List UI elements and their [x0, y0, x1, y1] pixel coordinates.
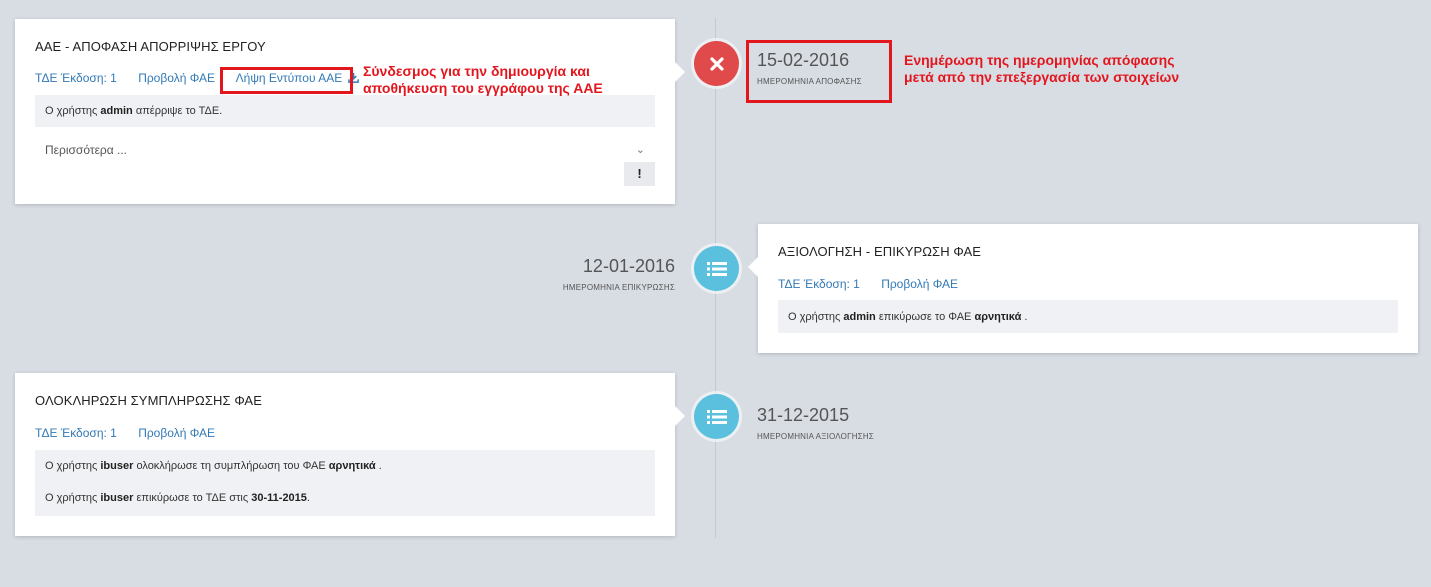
- date-block-evaluation: 31-12-2015 ΗΜΕΡΟΜΗΝΙΑ ΑΞΙΟΛΟΓΗΣΗΣ: [757, 405, 874, 441]
- annotation-date-note: Ενημέρωση της ημερομηνίας απόφασης μετά …: [904, 52, 1180, 85]
- list-icon: [706, 261, 727, 276]
- highlight-download-link: [220, 67, 353, 94]
- card-title: ΑΑΕ - ΑΠΟΦΑΣΗ ΑΠΟΡΡΙΨΗΣ ΕΡΓΟΥ: [35, 39, 266, 54]
- highlight-decision-date: [746, 40, 892, 103]
- timeline-card-rejection: ΑΑΕ - ΑΠΟΦΑΣΗ ΑΠΟΡΡΙΨΗΣ ΕΡΓΟΥ ΤΔΕ Έκδοση…: [15, 19, 685, 204]
- evaluation-date-label: ΗΜΕΡΟΜΗΝΙΑ ΑΞΙΟΛΟΓΗΣΗΣ: [757, 432, 874, 441]
- message: Ο χρήστης ibuser ολοκλήρωσε τη συμπλήρωσ…: [45, 460, 382, 472]
- more-label: Περισσότερα ...: [45, 143, 128, 157]
- close-icon: [709, 56, 724, 71]
- timeline-card-completion: ΟΛΟΚΛΗΡΩΣΗ ΣΥΜΠΛΗΡΩΣΗΣ ΦΑΕ ΤΔΕ Έκδοση: 1…: [15, 373, 685, 536]
- view-fae-link[interactable]: Προβολή ΦΑΕ: [138, 71, 215, 85]
- status-circle-rejected: [694, 41, 739, 86]
- exclamation-button[interactable]: !: [624, 162, 655, 186]
- date-block-validation: 12-01-2016 ΗΜΕΡΟΜΗΝΙΑ ΕΠΙΚΥΡΩΣΗΣ: [563, 256, 675, 292]
- message-box: Ο χρήστης admin απέρριψε το ΤΔΕ.: [35, 95, 655, 127]
- list-icon: [706, 409, 727, 424]
- card-links: ΤΔΕ Έκδοση: 1 Προβολή ΦΑΕ: [778, 277, 976, 291]
- card-title: ΟΛΟΚΛΗΡΩΣΗ ΣΥΜΠΛΗΡΩΣΗΣ ΦΑΕ: [35, 393, 262, 408]
- message: Ο χρήστης admin επικύρωσε το ΦΑΕ αρνητικ…: [788, 311, 1028, 323]
- message-box: Ο χρήστης admin επικύρωσε το ΦΑΕ αρνητικ…: [778, 300, 1398, 333]
- message: Ο χρήστης ibuser επικύρωσε το ΤΔΕ στις 3…: [45, 492, 310, 504]
- chevron-down-icon: ⌄: [635, 144, 645, 156]
- tde-version-link[interactable]: ΤΔΕ Έκδοση: 1: [35, 71, 117, 85]
- tde-version-link[interactable]: ΤΔΕ Έκδοση: 1: [35, 426, 117, 440]
- status-circle-completion: [694, 394, 739, 439]
- validation-date-label: ΗΜΕΡΟΜΗΝΙΑ ΕΠΙΚΥΡΩΣΗΣ: [562, 283, 675, 292]
- view-fae-link[interactable]: Προβολή ΦΑΕ: [138, 426, 215, 440]
- evaluation-date: 31-12-2015: [757, 405, 850, 425]
- status-circle-evaluation: [694, 246, 739, 291]
- view-fae-link[interactable]: Προβολή ΦΑΕ: [881, 277, 958, 291]
- tde-version-link[interactable]: ΤΔΕ Έκδοση: 1: [778, 277, 860, 291]
- message-box: Ο χρήστης ibuser ολοκλήρωσε τη συμπλήρωσ…: [35, 450, 655, 516]
- message: Ο χρήστης admin απέρριψε το ΤΔΕ.: [45, 105, 223, 117]
- card-links: ΤΔΕ Έκδοση: 1 Προβολή ΦΑΕ: [35, 426, 233, 440]
- annotation-link-note: Σύνδεσμος για την δημιουργία και αποθήκε…: [363, 63, 603, 96]
- card-title: ΑΞΙΟΛΟΓΗΣΗ - ΕΠΙΚΥΡΩΣΗ ΦΑΕ: [778, 244, 982, 259]
- validation-date: 12-01-2016: [582, 256, 675, 276]
- more-toggle[interactable]: Περισσότερα ... ⌄: [35, 139, 655, 161]
- timeline-card-evaluation: ΑΞΙΟΛΟΓΗΣΗ - ΕΠΙΚΥΡΩΣΗ ΦΑΕ ΤΔΕ Έκδοση: 1…: [748, 224, 1418, 353]
